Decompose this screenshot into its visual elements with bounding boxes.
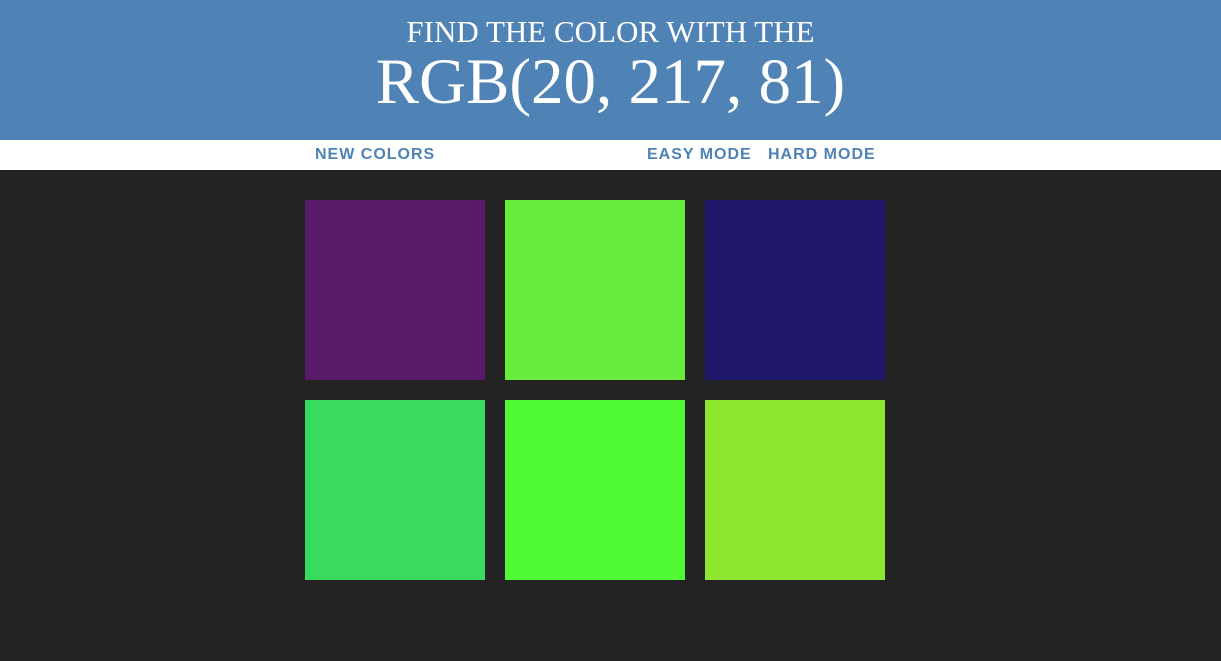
color-square[interactable] [305, 200, 485, 380]
control-bar: NEW COLORS EASY MODE HARD MODE [0, 140, 1221, 170]
game-header: FIND THE COLOR WITH THE RGB(20, 217, 81) [0, 0, 1221, 140]
instruction-text: FIND THE COLOR WITH THE [406, 14, 815, 49]
color-square[interactable] [705, 200, 885, 380]
color-square[interactable] [505, 400, 685, 580]
color-square[interactable] [305, 400, 485, 580]
color-square[interactable] [505, 200, 685, 380]
color-square[interactable] [705, 400, 885, 580]
easy-mode-button[interactable]: EASY MODE [647, 140, 752, 170]
target-rgb-display: RGB(20, 217, 81) [375, 46, 846, 118]
new-colors-button[interactable]: NEW COLORS [315, 140, 435, 170]
hard-mode-button[interactable]: HARD MODE [768, 140, 876, 170]
color-square-grid [305, 200, 905, 600]
